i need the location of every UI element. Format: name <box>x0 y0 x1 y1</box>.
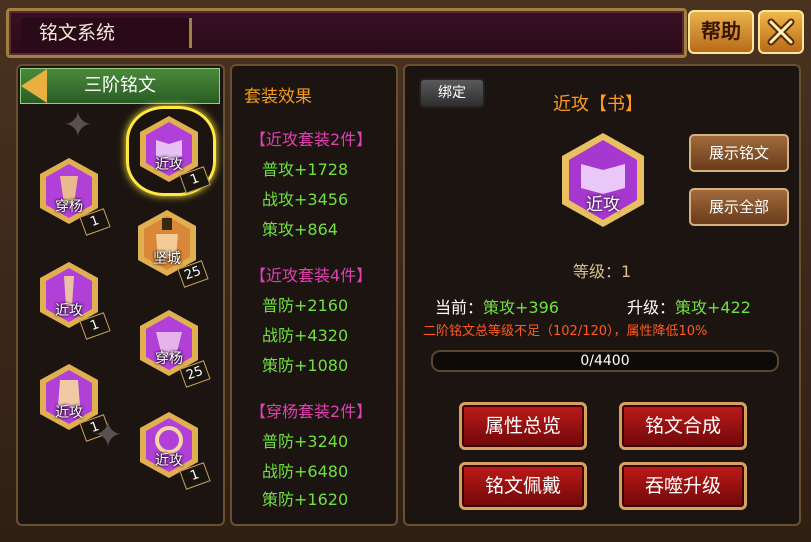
rune-compose-button[interactable]: 铭文合成 <box>619 402 747 450</box>
back-arrow-icon[interactable] <box>21 69 47 103</box>
devour-upgrade-button[interactable]: 吞噬升级 <box>619 462 747 510</box>
upgrade-value: 策攻+422 <box>675 298 751 317</box>
set-line: 策攻+864 <box>262 220 338 239</box>
level-text: 等级：1 <box>573 262 632 281</box>
set-line: 普攻+1728 <box>262 160 349 179</box>
attribute-overview-button[interactable]: 属性总览 <box>459 402 587 450</box>
rune-detail-panel: 绑定 近攻【书】 近攻 展示铭文 展示全部 等级：1 当前：策攻+396 升级：… <box>403 64 801 526</box>
tier-title: 三阶铭文 <box>84 75 156 96</box>
rune-slot[interactable]: 近攻 1 <box>126 106 216 196</box>
item-name: 近攻【书】 <box>553 94 643 115</box>
rune-book-icon <box>562 133 644 227</box>
set-group-head: 【近攻套装2件】 <box>250 130 373 149</box>
rune-slot[interactable]: 近攻 1 <box>132 408 211 490</box>
rune-slot[interactable]: 坚城 25 <box>130 206 209 288</box>
set-line: 战攻+3456 <box>262 190 349 209</box>
set-group-head: 【穿杨套装2件】 <box>250 402 373 421</box>
set-bonus-panel: 套装效果 【近攻套装2件】 普攻+1728 战攻+3456 策攻+864 【近攻… <box>230 64 398 526</box>
rune-large-label: 近攻 <box>586 195 620 215</box>
sparkle-icon: ✦ <box>62 105 94 146</box>
exp-progress-text: 0/4400 <box>580 353 630 369</box>
title-bar: 铭文系统 <box>6 8 687 58</box>
exp-progress-bar: 0/4400 <box>431 350 779 372</box>
set-line: 策防+1080 <box>262 356 349 375</box>
current-stat: 当前：策攻+396 <box>435 294 559 318</box>
bind-button[interactable]: 绑定 <box>419 78 485 108</box>
set-bonus-title: 套装效果 <box>244 87 312 107</box>
upgrade-label: 升级： <box>627 298 676 317</box>
warning-text: 二阶铭文总等级不足（102/120），属性降低10% <box>423 324 708 339</box>
rune-slot[interactable]: 穿杨 1 <box>32 154 111 236</box>
help-button[interactable]: 帮助 <box>688 10 754 54</box>
show-all-button[interactable]: 展示全部 <box>689 188 789 226</box>
set-line: 普防+2160 <box>262 296 349 315</box>
rune-large-icon: 近攻 <box>553 130 653 230</box>
current-value: 策攻+396 <box>483 298 559 317</box>
rune-list-panel: 三阶铭文 ✦ 近攻 1 穿杨 1 坚城 25 近攻 1 穿杨 25 近攻 1 ✦… <box>16 64 225 526</box>
rune-slot[interactable]: 穿杨 25 <box>132 306 211 388</box>
sparkle-icon: ✦ <box>92 415 124 456</box>
set-line: 战防+6480 <box>262 462 349 481</box>
close-button[interactable] <box>758 10 804 54</box>
show-rune-button[interactable]: 展示铭文 <box>689 134 789 172</box>
window-title: 铭文系统 <box>21 18 192 48</box>
set-group-head: 【近攻套装4件】 <box>250 266 373 285</box>
close-icon <box>767 18 795 46</box>
upgrade-stat: 升级：策攻+422 <box>627 294 751 318</box>
rune-wear-button[interactable]: 铭文佩戴 <box>459 462 587 510</box>
current-label: 当前： <box>435 298 484 317</box>
tier-header: 三阶铭文 <box>20 68 220 104</box>
set-line: 策防+1620 <box>262 490 349 509</box>
set-line: 战防+4320 <box>262 326 349 345</box>
set-line: 普防+3240 <box>262 432 349 451</box>
rune-slot[interactable]: 近攻 1 <box>32 258 111 340</box>
